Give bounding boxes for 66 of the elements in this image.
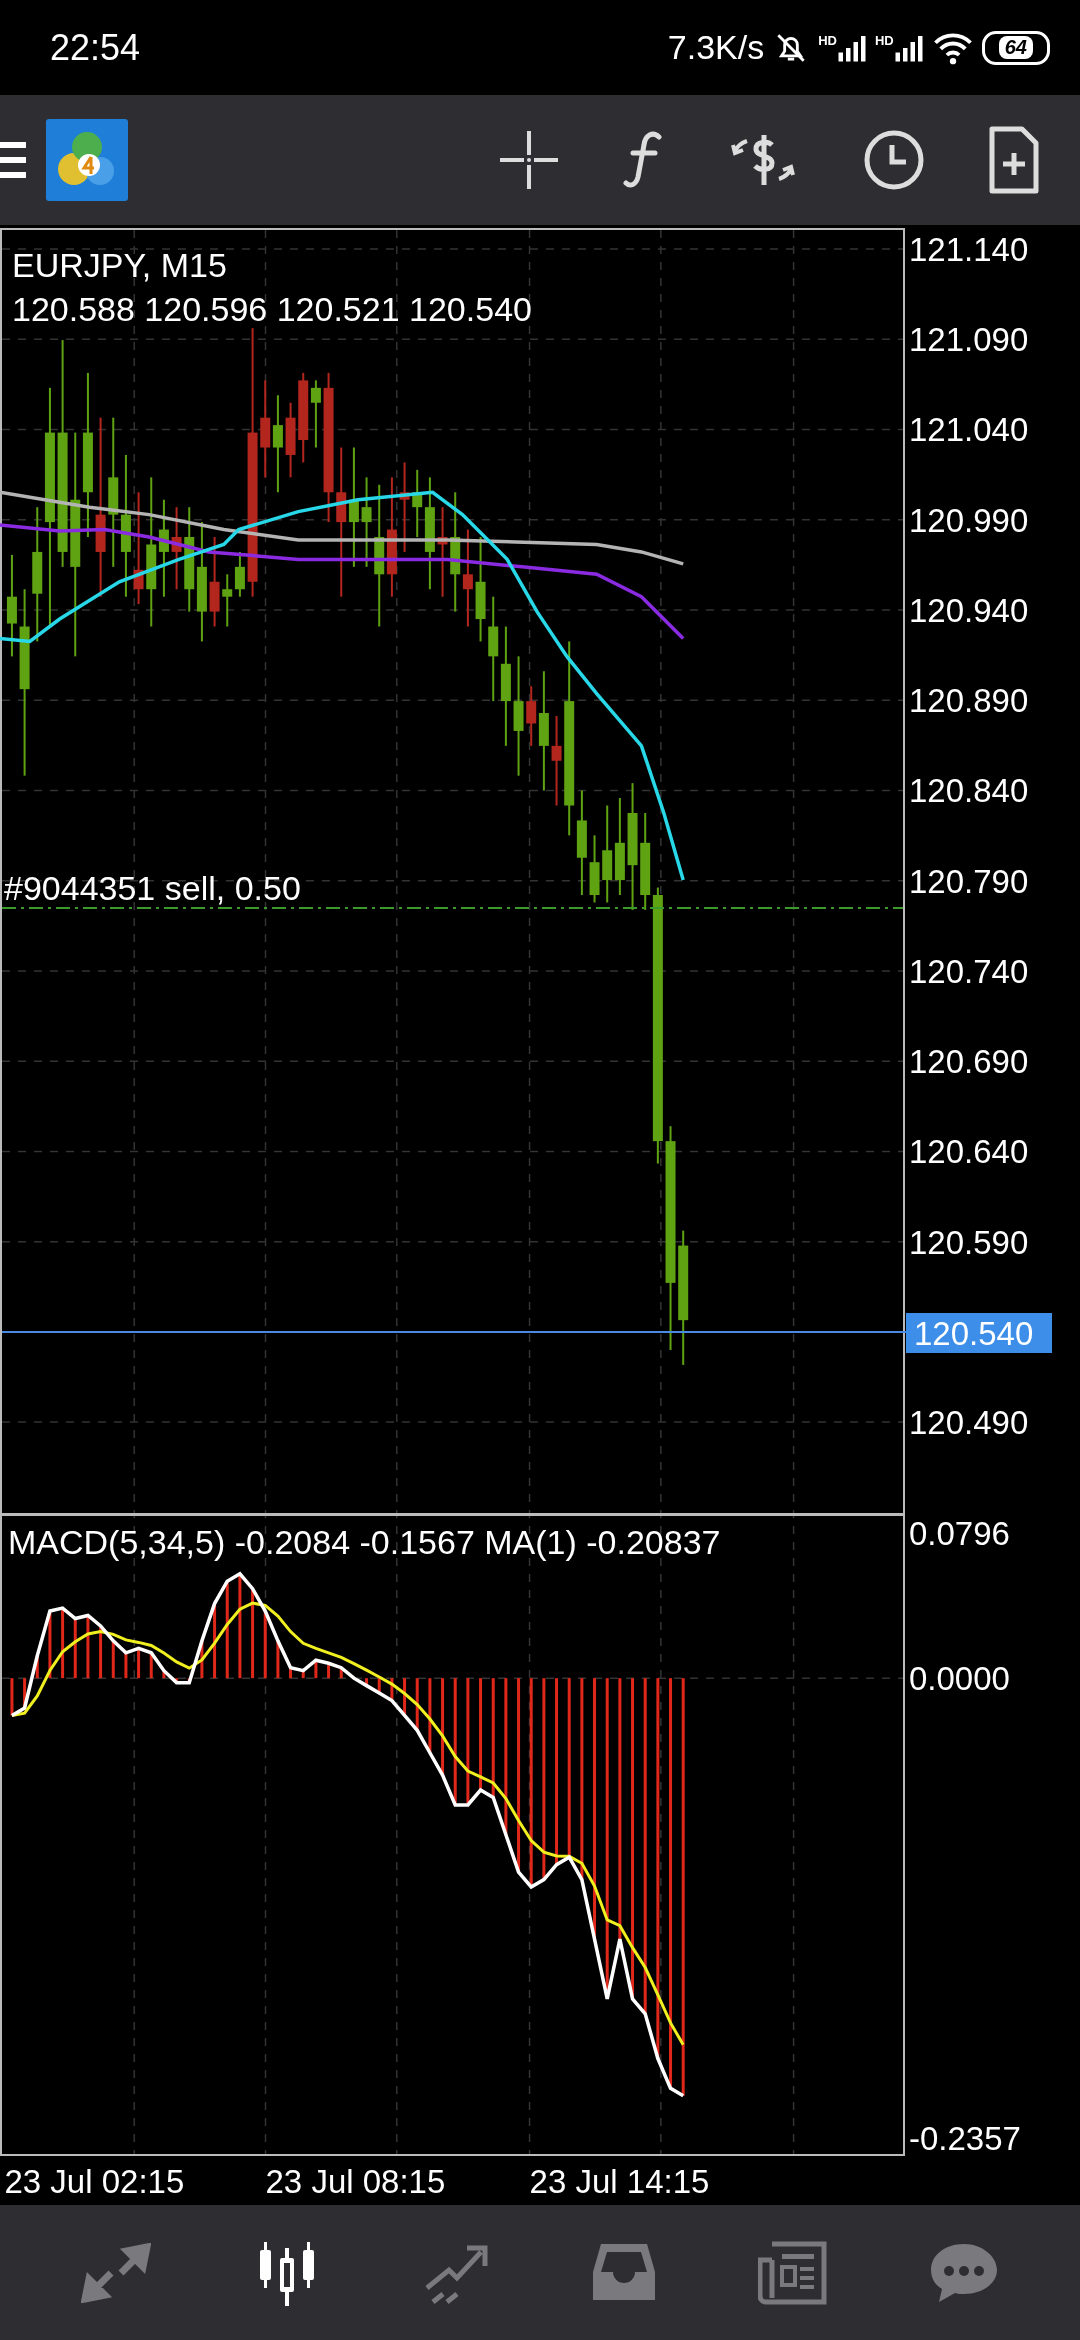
- histogram-bar: [137, 1648, 141, 1679]
- price-axis-label: 120.990: [909, 501, 1029, 539]
- price-axis-label: 120.640: [909, 1133, 1029, 1171]
- price-axis-label: 121.040: [909, 411, 1029, 449]
- histogram-bar: [162, 1670, 166, 1679]
- clock-icon[interactable]: [862, 129, 925, 191]
- macd-label: MACD(5,34,5) -0.2084 -0.1567 MA(1) -0.20837: [8, 1523, 721, 1561]
- diagonal-arrows-icon: [80, 2242, 151, 2303]
- price-axis-label: 120.890: [909, 682, 1029, 720]
- price-axis-label: 120.790: [909, 862, 1029, 900]
- histogram-bar: [377, 1678, 381, 1694]
- candle: [310, 380, 321, 448]
- histogram-bar: [175, 1678, 179, 1683]
- price-axis-label: 120.840: [909, 772, 1029, 810]
- function-icon[interactable]: [623, 129, 664, 191]
- network-speed: 7.3K/s: [667, 28, 765, 67]
- histogram-bar: [339, 1667, 343, 1679]
- price-axis-label: 120.940: [909, 591, 1029, 629]
- hd-label: HD: [818, 32, 837, 48]
- clock-time: 22:54: [50, 26, 141, 69]
- time-axis-label: 23 Jul 08:15: [265, 2163, 446, 2200]
- app-logo-icon[interactable]: [46, 119, 128, 201]
- histogram-bar: [23, 1678, 27, 1708]
- newspaper-icon: [757, 2239, 828, 2306]
- histogram-bar: [61, 1608, 65, 1679]
- macd-axis-label: 0.0000: [909, 1660, 1010, 1698]
- price-axis-label: 121.140: [909, 231, 1029, 268]
- price-axis-label: 120.590: [909, 1223, 1029, 1261]
- histogram-bar: [314, 1660, 318, 1679]
- crosshair-icon[interactable]: [497, 129, 560, 191]
- candle: [234, 551, 245, 597]
- new-document-icon[interactable]: [988, 125, 1041, 195]
- histogram-bar: [415, 1678, 419, 1731]
- histogram-bar: [327, 1663, 331, 1679]
- candle: [222, 574, 233, 627]
- battery-level: 64: [998, 36, 1033, 59]
- histogram-bar: [35, 1655, 39, 1679]
- chat-bubble-icon: [929, 2241, 1000, 2304]
- hd-label: HD: [874, 32, 894, 48]
- histogram-bar: [73, 1618, 77, 1679]
- histogram-bar: [390, 1678, 394, 1701]
- candle: [589, 835, 600, 903]
- histogram-bar: [86, 1615, 90, 1679]
- price-axis-label: 121.090: [909, 321, 1029, 359]
- histogram-bar: [10, 1678, 14, 1716]
- macd-axis-label: -0.2357: [909, 2120, 1021, 2157]
- histogram-bar: [149, 1652, 153, 1679]
- ohlc-values: 120.588 120.596 120.521 120.540: [12, 290, 532, 328]
- histogram-bar: [276, 1640, 280, 1679]
- price-axis-label: 120.690: [909, 1043, 1029, 1081]
- macd-axis-label: 0.0796: [909, 1515, 1010, 1552]
- price-axis-label: 120.490: [909, 1404, 1029, 1442]
- histogram-bar: [403, 1678, 407, 1716]
- histogram-bar: [263, 1611, 267, 1679]
- histogram-bar: [99, 1625, 103, 1679]
- current-price-tag: 120.540: [906, 1313, 1052, 1353]
- time-axis-label: 23 Jul 14:15: [529, 2163, 710, 2200]
- time-axis-label: 23 Jul 02:15: [4, 2163, 185, 2200]
- histogram-bar: [124, 1652, 128, 1679]
- price-axis-label: 120.740: [909, 952, 1029, 990]
- histogram-bar: [111, 1640, 115, 1679]
- order-label: #9044351 sell, 0.50: [4, 869, 301, 907]
- histogram-bar: [301, 1670, 305, 1679]
- histogram-bar: [289, 1667, 293, 1679]
- symbol-label: EURJPY, M15: [12, 246, 227, 284]
- histogram-bar: [365, 1678, 369, 1686]
